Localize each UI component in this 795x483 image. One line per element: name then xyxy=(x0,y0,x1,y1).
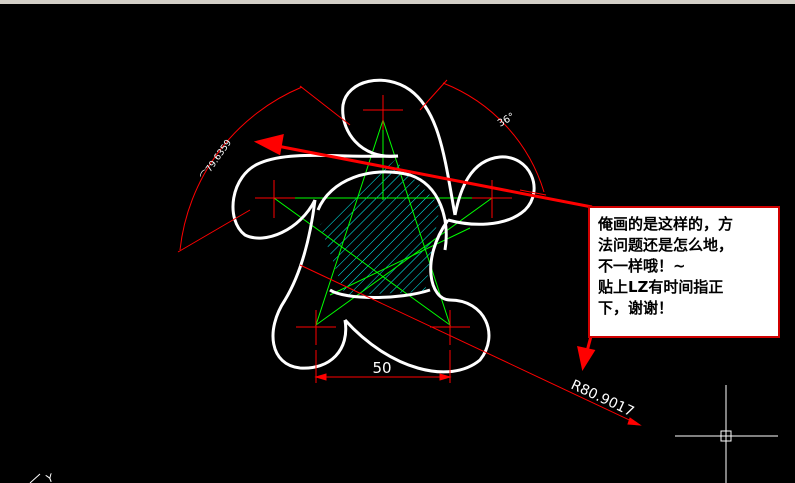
callout-line-4: 贴上LZ有时间指正 xyxy=(598,278,724,296)
axis-y-line xyxy=(29,473,41,483)
dimension-50-label: 50 xyxy=(372,359,391,377)
cursor-crosshair xyxy=(675,385,778,483)
axis-y-label: Y xyxy=(44,471,56,483)
callout-line-1: 俺画的是这样的，方 xyxy=(598,215,734,233)
callout-line-3: 不一样哦！~ xyxy=(598,257,686,275)
dimension-radius-label: R80.9017 xyxy=(568,377,636,420)
callout-line-5: 下，谢谢！ xyxy=(598,299,674,317)
cad-drawing-canvas[interactable]: 50 R80.9017 36° ⌒79.6359 Y 俺画的是这样的，方 法问题… xyxy=(0,0,795,483)
dimension-arc-label: ⌒79.6359 xyxy=(198,137,234,181)
callout-line-2: 法问题还是怎么地， xyxy=(598,236,734,254)
annotation-callout: 俺画的是这样的，方 法问题还是怎么地， 不一样哦！~ 贴上LZ有时间指正 下，谢… xyxy=(588,206,780,338)
